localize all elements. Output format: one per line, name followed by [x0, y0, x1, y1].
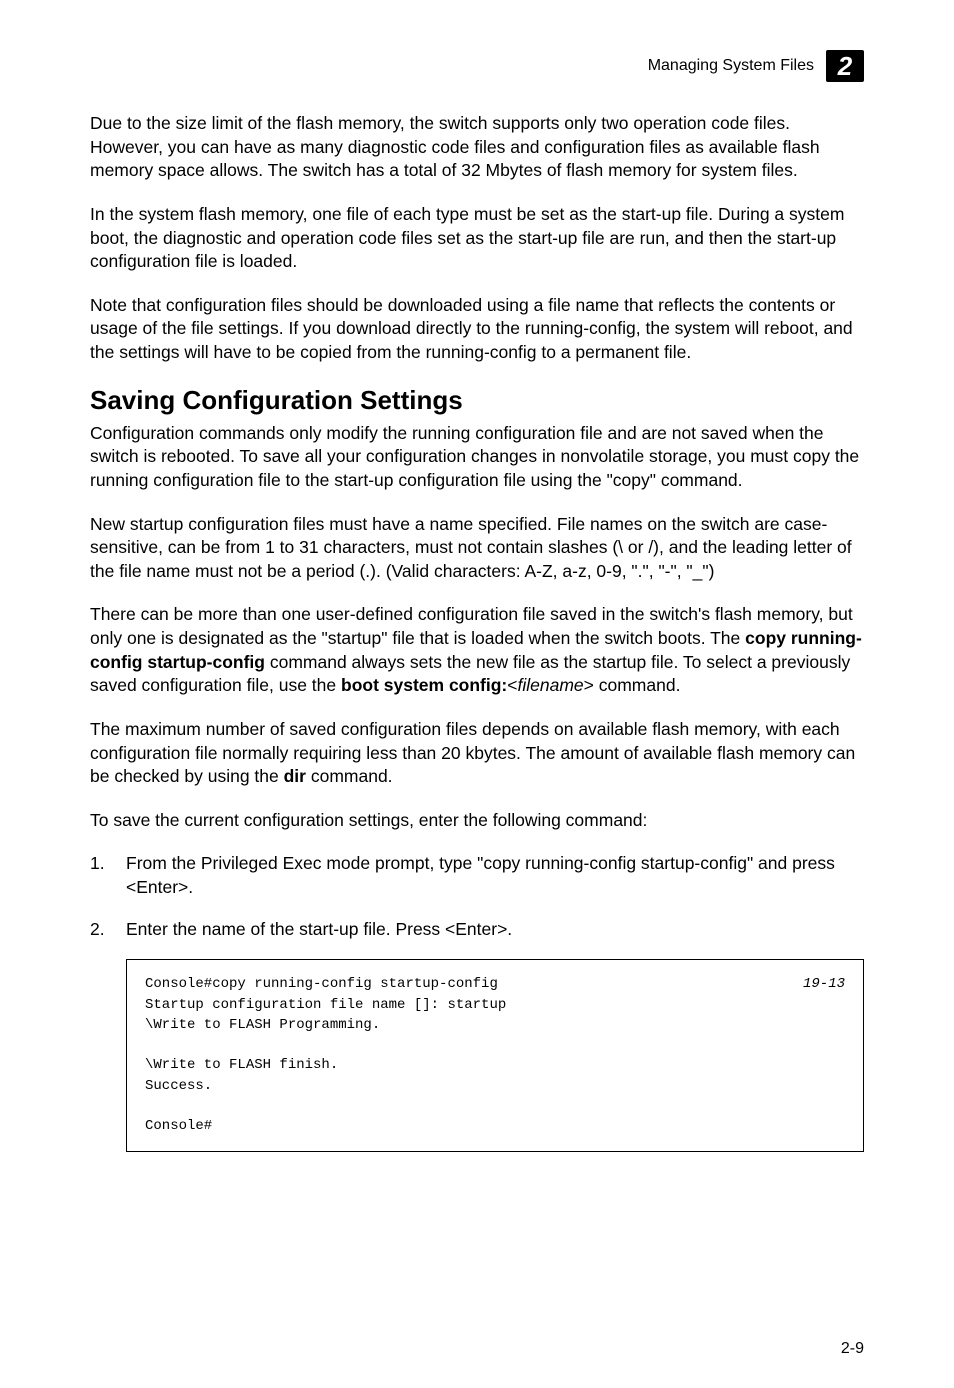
p6-text-1: There can be more than one user-defined … — [90, 604, 853, 648]
step-2-text: Enter the name of the start-up file. Pre… — [126, 918, 864, 942]
step-2-number: 2. — [90, 918, 126, 942]
paragraph-7: The maximum number of saved configuratio… — [90, 718, 864, 789]
p6-italic: filename — [518, 675, 584, 695]
p6-lt: < — [507, 675, 517, 695]
code-reference: 19-13 — [803, 974, 845, 994]
paragraph-1: Due to the size limit of the flash memor… — [90, 112, 864, 183]
chapter-badge: 2 — [826, 50, 864, 82]
p7-text-1: The maximum number of saved configuratio… — [90, 719, 855, 786]
step-2: 2. Enter the name of the start-up file. … — [90, 918, 864, 942]
step-1-number: 1. — [90, 852, 126, 899]
step-1: 1. From the Privileged Exec mode prompt,… — [90, 852, 864, 899]
paragraph-3: Note that configuration files should be … — [90, 294, 864, 365]
console-output: Console#copy running-config startup-conf… — [126, 959, 864, 1151]
paragraph-4: Configuration commands only modify the r… — [90, 422, 864, 493]
header-title: Managing System Files — [648, 57, 814, 75]
paragraph-8: To save the current configuration settin… — [90, 809, 864, 833]
paragraph-6: There can be more than one user-defined … — [90, 603, 864, 698]
step-1-text: From the Privileged Exec mode prompt, ty… — [126, 852, 864, 899]
p6-text-3: > command. — [584, 675, 681, 695]
page-number: 2-9 — [841, 1340, 864, 1358]
p7-text-2: command. — [306, 766, 393, 786]
paragraph-2: In the system flash memory, one file of … — [90, 203, 864, 274]
p6-bold-2: boot system config: — [341, 675, 507, 695]
page-header: Managing System Files 2 — [90, 50, 864, 82]
paragraph-5: New startup configuration files must hav… — [90, 513, 864, 584]
code-body: Console#copy running-config startup-conf… — [145, 976, 506, 1134]
p7-bold: dir — [284, 766, 306, 786]
section-heading: Saving Configuration Settings — [90, 385, 864, 416]
